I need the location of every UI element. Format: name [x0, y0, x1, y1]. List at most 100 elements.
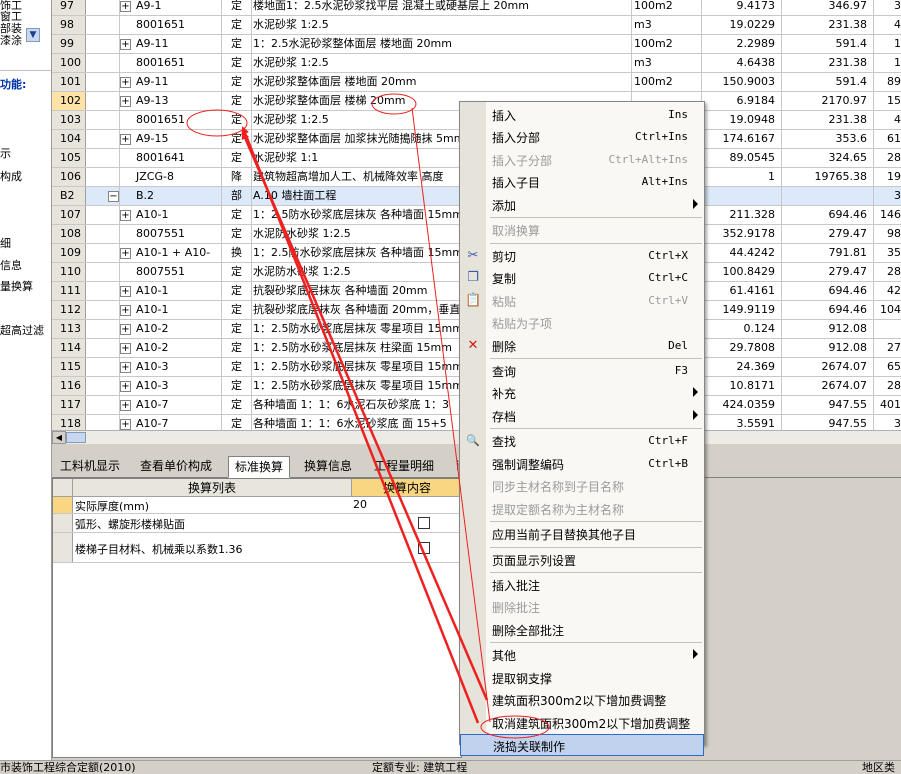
- curved-stair-checkbox[interactable]: [418, 517, 430, 529]
- cell-qty[interactable]: 44.4242: [702, 244, 782, 262]
- cell-price[interactable]: 694.46: [782, 301, 874, 319]
- scroll-left-icon[interactable]: ◀: [52, 431, 66, 444]
- cell-sum[interactable]: 3: [874, 187, 901, 205]
- cell-num[interactable]: 111: [52, 282, 86, 300]
- cell-qty[interactable]: 424.0359: [702, 396, 782, 414]
- menu-item[interactable]: ✂ 剪切 Ctrl+X: [460, 245, 704, 267]
- cell-num[interactable]: 104: [52, 130, 86, 148]
- cell-code[interactable]: A10-3: [120, 358, 222, 376]
- cell-sum[interactable]: 4: [874, 16, 901, 34]
- cell-price[interactable]: 2674.07: [782, 377, 874, 395]
- cell-qty[interactable]: 24.369: [702, 358, 782, 376]
- cell-tree[interactable]: [86, 244, 120, 262]
- cell-qty[interactable]: 3.5591: [702, 415, 782, 430]
- menu-item[interactable]: 其他: [460, 644, 704, 666]
- left-item[interactable]: 漆涂: [0, 32, 22, 48]
- cell-type[interactable]: 定: [222, 358, 252, 376]
- menu-item[interactable]: 插入子分部 Ctrl+Alt+Ins: [460, 149, 704, 171]
- cell-price[interactable]: 912.08: [782, 339, 874, 357]
- cell-num[interactable]: 99: [52, 35, 86, 53]
- cell-unit[interactable]: m3: [632, 16, 702, 34]
- expand-icon[interactable]: +: [120, 96, 131, 107]
- cell-sum[interactable]: 28: [874, 263, 901, 281]
- cell-sum[interactable]: 27: [874, 339, 901, 357]
- menu-item[interactable]: 插入分部 Ctrl+Ins: [460, 126, 704, 148]
- cell-sum[interactable]: 65: [874, 358, 901, 376]
- expand-icon[interactable]: +: [120, 77, 131, 88]
- menu-item[interactable]: 提取钢支撑: [460, 667, 704, 689]
- coefficient-checkbox[interactable]: [418, 542, 430, 554]
- cell-type[interactable]: 定: [222, 111, 252, 129]
- cell-sum[interactable]: 35: [874, 244, 901, 262]
- conversion-row[interactable]: 实际厚度(mm) 20: [53, 497, 463, 514]
- cell-qty[interactable]: 19.0948: [702, 111, 782, 129]
- cell-price[interactable]: 279.47: [782, 263, 874, 281]
- cell-name[interactable]: 水泥砂浆 1:2.5: [252, 54, 632, 72]
- menu-item[interactable]: 建筑面积300m2以下增加费调整: [460, 689, 704, 711]
- cell-price[interactable]: 324.65: [782, 149, 874, 167]
- cell-num[interactable]: 105: [52, 149, 86, 167]
- cell-type[interactable]: 定: [222, 263, 252, 281]
- tab-unit-price[interactable]: 查看单价构成: [134, 456, 218, 478]
- cell-num[interactable]: 103: [52, 111, 86, 129]
- expand-icon[interactable]: +: [120, 134, 131, 145]
- cell-price[interactable]: 912.08: [782, 320, 874, 338]
- cell-type[interactable]: 定: [222, 92, 252, 110]
- cell-tree[interactable]: [86, 111, 120, 129]
- cell-sum[interactable]: 28: [874, 149, 901, 167]
- cell-num[interactable]: 114: [52, 339, 86, 357]
- cell-tree[interactable]: [86, 35, 120, 53]
- menu-item[interactable]: 应用当前子目替换其他子目: [460, 523, 704, 545]
- cell-qty[interactable]: 2.2989: [702, 35, 782, 53]
- cell-tree[interactable]: [86, 377, 120, 395]
- menu-item[interactable]: 📋 粘贴 Ctrl+V: [460, 290, 704, 312]
- cell-type[interactable]: 定: [222, 16, 252, 34]
- menu-item[interactable]: 插入子目 Alt+Ins: [460, 171, 704, 193]
- conversion-row[interactable]: 弧形、螺旋形楼梯贴面: [53, 514, 463, 533]
- cell-qty[interactable]: 61.4161: [702, 282, 782, 300]
- cell-price[interactable]: 591.4: [782, 35, 874, 53]
- cell-sum[interactable]: 3: [874, 0, 901, 15]
- cell-qty[interactable]: 150.9003: [702, 73, 782, 91]
- cell-code[interactable]: A10-1: [120, 206, 222, 224]
- cell-tree[interactable]: [86, 54, 120, 72]
- cell-sum[interactable]: 1: [874, 54, 901, 72]
- cell-type[interactable]: 定: [222, 149, 252, 167]
- cell-num[interactable]: 106: [52, 168, 86, 186]
- cell-type[interactable]: 定: [222, 301, 252, 319]
- menu-item[interactable]: ❐ 复制 Ctrl+C: [460, 267, 704, 289]
- cell-code[interactable]: A10-1 + A10-: [120, 244, 222, 262]
- expand-icon[interactable]: +: [120, 305, 131, 316]
- expand-icon[interactable]: +: [120, 39, 131, 50]
- left-item[interactable]: 构成: [0, 168, 22, 184]
- menu-item[interactable]: 查询 F3: [460, 360, 704, 382]
- cell-code[interactable]: 8007551: [120, 225, 222, 243]
- cell-code[interactable]: A9-15: [120, 130, 222, 148]
- cell-tree[interactable]: [86, 301, 120, 319]
- cell-code[interactable]: 8007551: [120, 263, 222, 281]
- cell-qty[interactable]: 10.8171: [702, 377, 782, 395]
- cell-name[interactable]: 1：2.5水泥砂浆整体面层 楼地面 20mm: [252, 35, 632, 53]
- cell-qty[interactable]: 149.9119: [702, 301, 782, 319]
- cell-sum[interactable]: 401: [874, 396, 901, 414]
- menu-item[interactable]: 删除批注: [460, 596, 704, 618]
- cell-qty[interactable]: [702, 187, 782, 205]
- cell-price[interactable]: 231.38: [782, 54, 874, 72]
- cell-sum[interactable]: 146: [874, 206, 901, 224]
- cell-type[interactable]: 定: [222, 73, 252, 91]
- cell-sum[interactable]: 4: [874, 111, 901, 129]
- cell-type[interactable]: 降: [222, 168, 252, 186]
- cell-tree[interactable]: [86, 168, 120, 186]
- cell-qty[interactable]: 19.0229: [702, 16, 782, 34]
- cell-price[interactable]: 947.55: [782, 415, 874, 430]
- cell-price[interactable]: [782, 187, 874, 205]
- menu-item[interactable]: 存档: [460, 405, 704, 427]
- cell-type[interactable]: 定: [222, 0, 252, 15]
- menu-item[interactable]: ✕ 删除 Del: [460, 335, 704, 357]
- cell-code[interactable]: A10-2: [120, 320, 222, 338]
- cell-tree[interactable]: [86, 149, 120, 167]
- cell-price[interactable]: 19765.38: [782, 168, 874, 186]
- cell-qty[interactable]: 89.0545: [702, 149, 782, 167]
- cell-num[interactable]: 116: [52, 377, 86, 395]
- menu-item[interactable]: 浇捣关联制作: [460, 734, 704, 757]
